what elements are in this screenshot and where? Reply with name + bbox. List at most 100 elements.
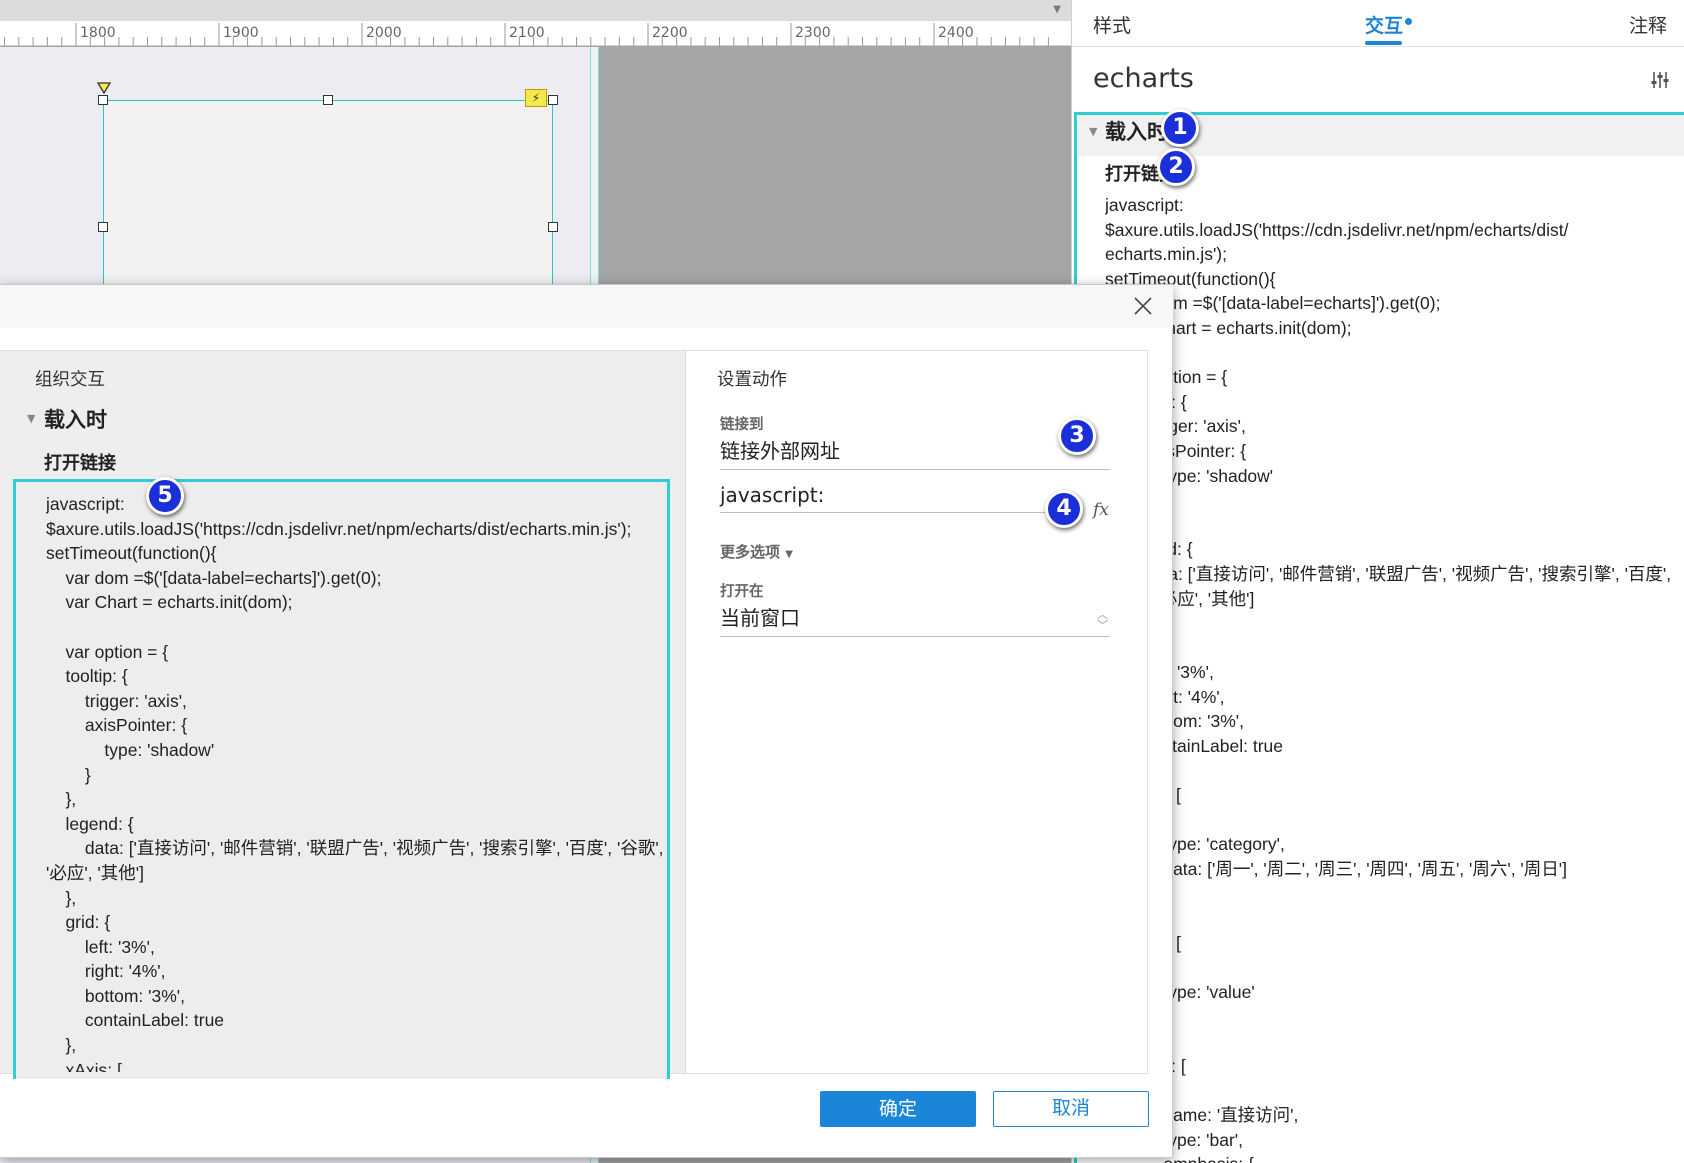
action-code-preview: javascript: $axure.utils.loadJS('https://… bbox=[1105, 193, 1675, 1163]
code-line: left: '3%', bbox=[46, 936, 155, 957]
resize-handle[interactable] bbox=[98, 95, 108, 105]
inspector-tabs: 样式 交互 注释 bbox=[1072, 0, 1684, 47]
code-line: var option = { bbox=[46, 641, 169, 662]
code-line: axisPointer: { bbox=[1105, 440, 1247, 461]
open-in-label: 打开在 bbox=[720, 584, 764, 600]
code-line: }, bbox=[1105, 759, 1675, 784]
event-label[interactable]: 载入时 bbox=[44, 404, 107, 434]
collapse-arrow-icon[interactable]: ▼ bbox=[27, 412, 35, 425]
lightning-icon[interactable]: ⚡ bbox=[525, 89, 547, 107]
code-line: } bbox=[1105, 1005, 1675, 1030]
code-line: trigger: 'axis', bbox=[46, 690, 187, 711]
code-line: { bbox=[1105, 808, 1675, 833]
callout-badge-5: 5 bbox=[146, 477, 184, 515]
chevron-down-icon[interactable]: ▼ bbox=[1053, 4, 1061, 15]
close-icon[interactable] bbox=[1132, 295, 1154, 317]
anchor-icon[interactable] bbox=[97, 82, 111, 96]
code-line: } bbox=[1105, 882, 1675, 907]
code-line: echarts.min.js'); bbox=[1105, 244, 1227, 265]
code-line: }, bbox=[1105, 513, 1675, 538]
callout-badge-1: 1 bbox=[1161, 109, 1199, 147]
action-label[interactable]: 打开链接 bbox=[44, 449, 116, 475]
chevron-down-icon: ▼ bbox=[785, 549, 793, 560]
code-line: xAxis: [ bbox=[1124, 785, 1181, 806]
code-line: type: 'category', bbox=[1105, 834, 1285, 855]
code-line: type: 'bar', bbox=[1105, 1129, 1243, 1150]
code-line: }, bbox=[46, 887, 77, 908]
code-line: var Chart = echarts.init(dom); bbox=[1105, 317, 1352, 338]
widget-name[interactable]: echarts bbox=[1093, 63, 1194, 94]
code-line: }, bbox=[1105, 611, 1675, 636]
link-to-label: 链接到 bbox=[720, 417, 764, 433]
dialog-body: 组织交互 ▼ 载入时 打开链接 javascript: $axure.utils.… bbox=[0, 350, 1148, 1079]
code-line: javascript: bbox=[46, 494, 125, 514]
event-label[interactable]: 载入时 bbox=[1105, 116, 1168, 146]
code-line: type: 'shadow' bbox=[46, 739, 215, 760]
ruler-label: 2400 bbox=[938, 25, 974, 41]
tab-active-underline bbox=[1365, 41, 1402, 45]
pane-title: 组织交互 bbox=[35, 370, 105, 390]
code-line: legend: { bbox=[1124, 539, 1193, 560]
callout-badge-4: 4 bbox=[1045, 490, 1083, 528]
code-line: tooltip: { bbox=[1124, 391, 1187, 412]
action-code: javascript: $axure.utils.loadJS('https://… bbox=[46, 492, 666, 1072]
tab-notes[interactable]: 注释 bbox=[1629, 11, 1667, 38]
code-line: tooltip: { bbox=[46, 666, 128, 687]
organize-interactions-pane: 组织交互 ▼ 载入时 打开链接 javascript: $axure.utils.… bbox=[0, 351, 686, 1079]
code-line: javascript: bbox=[1105, 195, 1184, 215]
url-input[interactable]: javascript: bbox=[720, 483, 1080, 513]
ruler-label: 2100 bbox=[509, 25, 545, 41]
code-line: data: ['周一', '周二', '周三', '周四', '周五', '周六… bbox=[1105, 859, 1567, 880]
code-line: ], bbox=[1105, 1029, 1675, 1054]
code-line: var Chart = echarts.init(dom); bbox=[46, 592, 293, 613]
code-line: setTimeout(function(){ bbox=[1105, 268, 1276, 289]
more-options-toggle[interactable]: 更多选项 ▼ bbox=[720, 541, 793, 562]
code-line: data: ['直接访问', '邮件营销', '联盟广告', '视频广告', '… bbox=[1105, 563, 1672, 584]
code-line: bottom: '3%', bbox=[46, 985, 185, 1006]
resize-handle[interactable] bbox=[548, 222, 558, 232]
code-line: } bbox=[46, 764, 91, 785]
settings-sliders-icon[interactable] bbox=[1650, 70, 1670, 90]
more-options-label: 更多选项 bbox=[720, 543, 781, 561]
code-line: { bbox=[1105, 1078, 1675, 1103]
code-line: right: '4%', bbox=[46, 961, 166, 982]
selected-action-box[interactable]: javascript: $axure.utils.loadJS('https://… bbox=[13, 479, 670, 1079]
code-line: var dom =$('[data-label=echarts]').get(0… bbox=[1105, 293, 1441, 314]
code-line: legend: { bbox=[46, 813, 134, 834]
code-line: containLabel: true bbox=[46, 1010, 225, 1031]
code-line: ], bbox=[1105, 906, 1675, 931]
callout-badge-2: 2 bbox=[1157, 148, 1195, 186]
collapse-arrow-icon[interactable]: ▼ bbox=[1089, 125, 1097, 138]
code-line: axisPointer: { bbox=[46, 715, 188, 736]
tab-style[interactable]: 样式 bbox=[1093, 11, 1131, 38]
code-line: name: '直接访问', bbox=[1105, 1104, 1299, 1125]
ruler-label: 2000 bbox=[366, 25, 402, 41]
link-to-select[interactable]: 链接外部网址 bbox=[720, 435, 1110, 470]
resize-handle[interactable] bbox=[98, 222, 108, 232]
cancel-button[interactable]: 取消 bbox=[993, 1091, 1149, 1127]
code-line: emphasis: { bbox=[1105, 1152, 1675, 1163]
code-line: $axure.utils.loadJS('https://cdn.jsdeliv… bbox=[46, 518, 632, 539]
code-line: type: 'shadow' bbox=[1105, 465, 1274, 486]
code-line: grid: { bbox=[46, 912, 111, 933]
tab-indicator-dot bbox=[1405, 18, 1412, 25]
tab-interact[interactable]: 交互 bbox=[1365, 11, 1403, 38]
dialog-header bbox=[0, 285, 1173, 328]
code-line: $axure.utils.loadJS('https://cdn.jsdeliv… bbox=[1105, 219, 1569, 240]
code-line: }, bbox=[46, 789, 77, 810]
select-arrows-icon[interactable]: ︿ ﹀ bbox=[1097, 609, 1108, 631]
configure-action-pane: 设置动作 链接到 链接外部网址 javascript: fx 更多选项 ▼ 打开… bbox=[687, 351, 1147, 1073]
code-line: type: 'value' bbox=[1105, 982, 1255, 1002]
code-line: bottom: '3%', bbox=[1105, 711, 1244, 732]
resize-handle[interactable] bbox=[548, 95, 558, 105]
code-line: setTimeout(function(){ bbox=[46, 543, 217, 564]
open-in-select[interactable]: 当前窗口 bbox=[720, 602, 1110, 637]
code-line: grid: { bbox=[1105, 636, 1675, 661]
ok-button[interactable]: 确定 bbox=[820, 1091, 976, 1127]
fx-icon[interactable]: fx bbox=[1093, 500, 1109, 520]
code-line: xAxis: [ bbox=[46, 1059, 122, 1072]
resize-handle[interactable] bbox=[323, 95, 333, 105]
code-line: '谷歌', '必应', '其他'] bbox=[1105, 588, 1255, 609]
